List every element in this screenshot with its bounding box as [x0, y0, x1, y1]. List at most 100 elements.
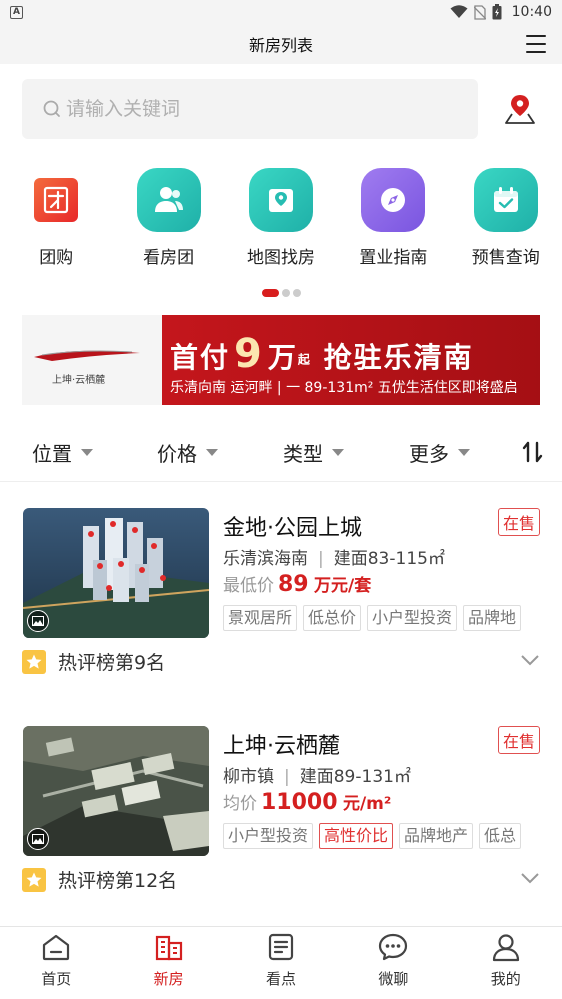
quick-nav-label: 团购: [39, 248, 74, 268]
status-badge: 在售: [497, 508, 540, 536]
listing-card[interactable]: 上坤·云栖麓 在售 柳市镇 | 建面89-131㎡ 均价 11000 元/m² 小户型…: [0, 726, 562, 906]
tab-articles[interactable]: 看点: [225, 927, 337, 999]
group-buy-icon: [24, 168, 89, 232]
compass-icon: [361, 168, 426, 232]
filter-location[interactable]: 位置: [32, 438, 93, 467]
tab-label: 新房: [153, 970, 184, 988]
quick-nav-label: 地图找房: [246, 248, 315, 268]
new-house-icon: [155, 935, 182, 961]
viewing-group-icon: [136, 168, 201, 232]
star-icon: [22, 649, 46, 674]
dropdown-caret-icon: [81, 449, 93, 456]
listing-meta: 柳市镇 | 建面89-131㎡: [223, 767, 411, 787]
listing-name: 金地·公园上城: [223, 516, 362, 541]
filter-label: 更多: [409, 442, 449, 466]
rank-row: 热评榜第9名: [22, 648, 165, 675]
dropdown-caret-icon: [332, 449, 344, 456]
dropdown-caret-icon: [206, 449, 218, 456]
tab-label: 微聊: [378, 970, 409, 988]
gallery-icon: [27, 610, 49, 632]
banner-headline-sep: 起: [297, 352, 312, 367]
banner-headline-a: 首付: [170, 341, 231, 374]
app-notification-icon: A: [10, 5, 23, 19]
battery-icon: [492, 4, 502, 20]
filter-label: 类型: [283, 442, 323, 466]
listing-photo: [23, 726, 209, 856]
wifi-icon: [450, 5, 468, 18]
filter-type[interactable]: 类型: [283, 438, 344, 467]
rank-text: 热评榜第12名: [58, 870, 178, 892]
listing-photo: [23, 508, 209, 638]
banner-subline: 乐清向南 运河畔 | 一 89-131m² 五优生活住区即将盛启: [170, 380, 518, 396]
filter-more[interactable]: 更多: [409, 438, 470, 467]
tab-label: 我的: [490, 970, 521, 988]
tab-home[interactable]: 首页: [0, 927, 112, 999]
chevron-down-icon[interactable]: [520, 654, 540, 666]
menu-icon[interactable]: [526, 35, 546, 53]
tab-label: 首页: [41, 970, 72, 988]
status-icons: 10:40: [450, 4, 552, 20]
quick-nav: 团购 看房团 地图找房 置业指南 预售查询: [0, 168, 562, 268]
filter-price[interactable]: 价格: [157, 438, 218, 467]
listing-name: 上坤·云栖麓: [223, 734, 340, 759]
location-pin-icon: [505, 95, 535, 124]
profile-icon: [492, 934, 519, 962]
quick-nav-group-buy[interactable]: 团购: [0, 168, 112, 268]
listing-price: 最低价 89 万元/套: [223, 571, 371, 597]
tab-profile[interactable]: 我的: [450, 927, 562, 999]
search-input[interactable]: [66, 98, 426, 120]
page-dot: [282, 289, 290, 297]
price-unit: 元/m²: [342, 794, 392, 814]
listing-district: 乐清滨海南: [223, 549, 308, 569]
dropdown-caret-icon: [458, 449, 470, 456]
banner-headline-c: 抢驻乐清南: [323, 341, 474, 374]
bottom-tab-bar: 首页 新房 看点 微聊 我的: [0, 926, 562, 999]
listing-district: 柳市镇: [223, 767, 274, 787]
promo-banner[interactable]: 上坤·云栖麓 首付 9 万起 抢驻乐清南 乐清向南 运河畔 | 一 89-131m²…: [22, 315, 540, 405]
home-icon: [43, 934, 70, 961]
price-label: 均价: [223, 794, 257, 814]
listing-tag-highlight: 高性价比: [319, 823, 394, 849]
page-indicator: [262, 289, 301, 297]
no-sim-icon: [473, 4, 486, 20]
status-bar: A 10:40: [0, 0, 562, 24]
location-button[interactable]: [500, 89, 540, 129]
listing-tags: 小户型投资 高性价比 品牌地产 低总: [223, 823, 540, 849]
price-label: 最低价: [223, 576, 274, 596]
banner-headline: 首付 9 万起 抢驻乐清南: [170, 331, 474, 377]
page-dot: [293, 289, 301, 297]
listing-tag: 品牌地产: [399, 823, 474, 849]
listing-card[interactable]: 金地·公园上城 在售 乐清滨海南 | 建面83-115㎡ 最低价 89 万元/套 景观…: [0, 508, 562, 688]
listing-tag: 低总价: [303, 605, 362, 631]
map-search-icon: [248, 168, 313, 232]
listing-tags: 景观居所 低总价 小户型投资 品牌地: [223, 605, 540, 631]
filter-label: 价格: [157, 442, 197, 466]
search-box[interactable]: [22, 79, 478, 139]
title-bar: 新房列表: [0, 24, 562, 64]
chevron-down-icon[interactable]: [520, 872, 540, 884]
star-icon: [22, 867, 46, 892]
tab-label: 看点: [265, 970, 296, 988]
sort-icon[interactable]: [522, 440, 544, 464]
banner-headline-number: 9: [234, 331, 264, 377]
quick-nav-guide[interactable]: 置业指南: [337, 168, 449, 268]
page-dot-active: [262, 289, 279, 297]
listing-meta: 乐清滨海南 | 建面83-115㎡: [223, 549, 445, 569]
tab-new-house[interactable]: 新房: [112, 927, 224, 999]
listing-area: 建面83-115㎡: [333, 549, 445, 569]
rank-text: 热评榜第9名: [58, 652, 166, 674]
quick-nav-map-search[interactable]: 地图找房: [225, 168, 337, 268]
listing-area: 建面89-131㎡: [299, 767, 411, 787]
listing-tag: 品牌地: [463, 605, 522, 631]
status-badge: 在售: [497, 726, 540, 754]
listing-tag: 小户型投资: [223, 823, 314, 849]
search-row: [22, 79, 540, 139]
price-value: 11000: [261, 790, 338, 815]
listing-tag: 景观居所: [223, 605, 298, 631]
brand-logo-icon: [34, 350, 140, 361]
listing-tag: 低总: [479, 823, 522, 849]
quick-nav-presale[interactable]: 预售查询: [450, 168, 562, 268]
tab-chat[interactable]: 微聊: [337, 927, 449, 999]
quick-nav-viewing-group[interactable]: 看房团: [112, 168, 224, 268]
price-value: 89: [278, 572, 309, 597]
